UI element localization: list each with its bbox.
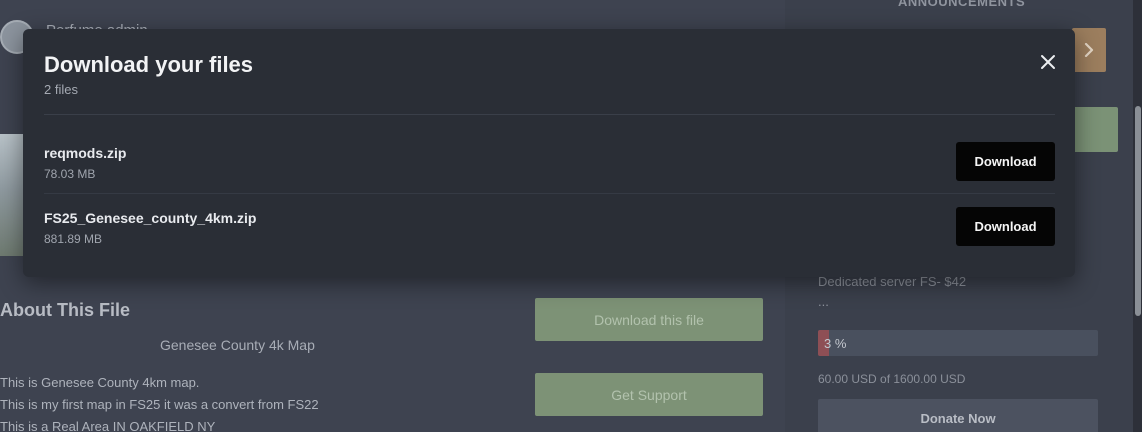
file-row: reqmods.zip 78.03 MB Download	[44, 129, 1055, 193]
modal-divider	[44, 114, 1055, 115]
file-size: 78.03 MB	[44, 167, 96, 181]
get-support-button[interactable]: Get Support	[535, 373, 763, 416]
file-row: FS25_Genesee_county_4km.zip 881.89 MB Do…	[44, 193, 1055, 257]
close-icon	[1041, 55, 1055, 69]
description-line: This is a Real Area IN OAKFIELD NY	[0, 419, 216, 432]
file-name: FS25_Genesee_county_4km.zip	[44, 210, 257, 226]
map-title: Genesee County 4k Map	[160, 337, 315, 353]
file-name: reqmods.zip	[44, 145, 127, 161]
chevron-right-icon	[1084, 43, 1094, 57]
donation-progress-text: 3 %	[824, 336, 847, 351]
modal-title: Download your files	[44, 52, 254, 77]
download-button[interactable]: Download	[956, 207, 1055, 246]
close-button[interactable]	[1035, 49, 1061, 75]
donation-progress-bar: 3 %	[818, 330, 1098, 356]
description-line: This is my first map in FS25 it was a co…	[0, 397, 319, 412]
file-size: 881.89 MB	[44, 232, 103, 246]
donate-now-button[interactable]: Donate Now	[818, 399, 1098, 432]
server-goal-ellipsis: ...	[818, 294, 829, 309]
announcements-heading: ANNOUNCEMENTS	[898, 0, 1026, 9]
scrollbar-thumb[interactable]	[1135, 106, 1141, 316]
next-announcement-button[interactable]	[1072, 28, 1106, 72]
download-this-file-button[interactable]: Download this file	[535, 298, 763, 341]
download-files-modal: Download your files 2 files reqmods.zip …	[23, 29, 1075, 277]
gallery-thumbnail[interactable]	[0, 134, 24, 256]
about-title: About This File	[0, 300, 130, 320]
sidebar-green-button[interactable]	[1070, 107, 1118, 152]
download-button[interactable]: Download	[956, 142, 1055, 181]
description-line: This is Genesee County 4km map.	[0, 375, 200, 390]
modal-file-count: 2 files	[44, 82, 78, 97]
donation-goal-text: 60.00 USD of 1600.00 USD	[818, 372, 966, 386]
